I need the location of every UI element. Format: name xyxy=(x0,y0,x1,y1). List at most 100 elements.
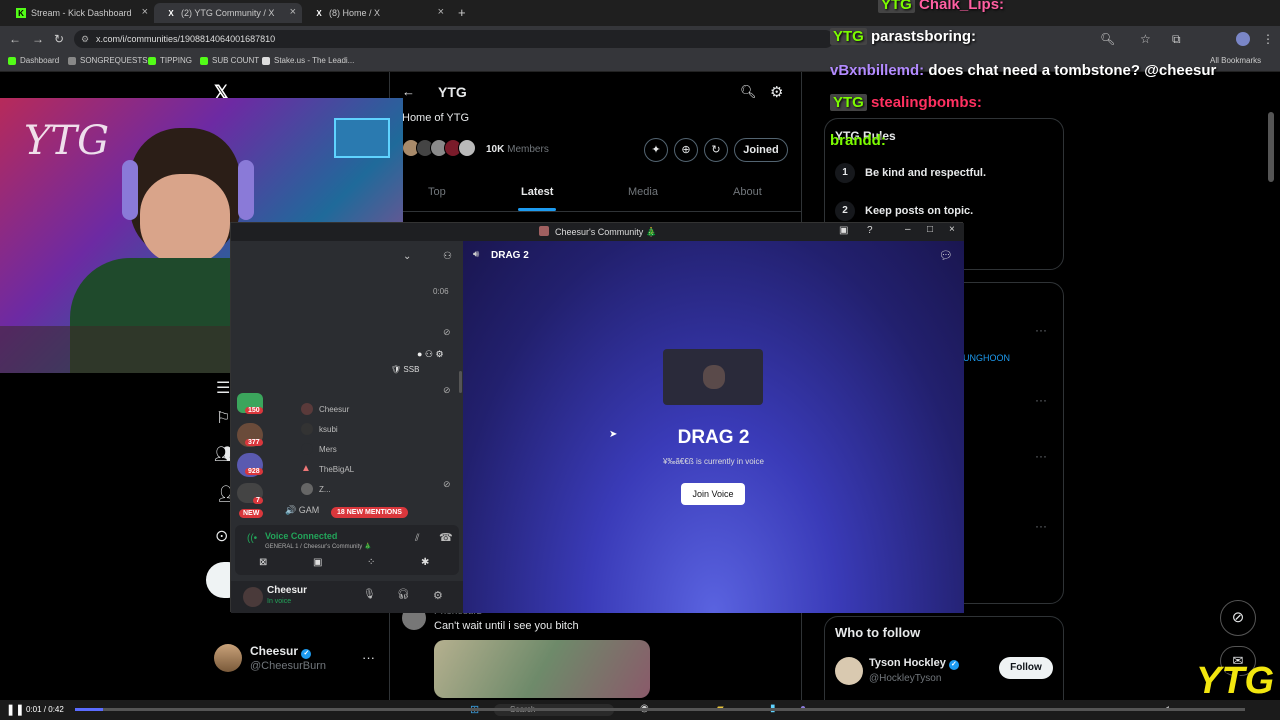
noise-suppression-icon[interactable]: ⫽ xyxy=(415,533,419,544)
more-icon[interactable]: ··· xyxy=(1035,393,1047,407)
community-subtitle: Home of YTG xyxy=(402,112,470,124)
video-time: 0:01 / 0:42 xyxy=(26,705,64,714)
screen-share-icon[interactable]: ▣ xyxy=(313,557,322,568)
close-tab-icon[interactable]: × xyxy=(142,6,148,18)
video-progress-track[interactable] xyxy=(75,708,1245,711)
avatar xyxy=(301,423,313,435)
profile-name[interactable]: Cheesur ✓ xyxy=(250,644,312,659)
discord-voice-stage: 🔊︎ DRAG 2 💬︎ DRAG 2 ¥‰ã€€ß is currently … xyxy=(463,241,964,613)
minimize-icon[interactable]: – xyxy=(905,224,911,235)
close-icon[interactable]: × xyxy=(949,224,955,235)
tab-top[interactable]: Top xyxy=(428,186,446,198)
add-member-icon[interactable]: ⚇ xyxy=(443,251,452,262)
tab-latest[interactable]: Latest xyxy=(521,186,553,198)
tab-ytg-community[interactable]: X (2) YTG Community / X × xyxy=(154,3,302,23)
tab-about[interactable]: About xyxy=(733,186,762,198)
activities-icon[interactable]: ⁘ xyxy=(367,557,375,568)
bookmark-item[interactable]: SONGREQUESTS xyxy=(68,56,148,65)
new-tab-icon[interactable]: + xyxy=(458,5,466,20)
voice-user[interactable]: ▲ TheBigAL xyxy=(301,459,421,479)
chat-message: YTG Chalk_Lips: xyxy=(878,0,1004,13)
user-panel: Cheesur In voice 🎙︎ 🎧︎ ⚙ xyxy=(231,581,463,613)
camera-icon[interactable]: ⊠ xyxy=(259,557,267,568)
forward-arrow-icon[interactable]: → xyxy=(32,32,44,46)
follow-name[interactable]: Tyson Hockley ✓ xyxy=(869,657,959,670)
grok-floating-icon[interactable]: ⊘ xyxy=(1220,600,1256,636)
voice-channel-label[interactable]: GENERAL 1 / Cheesur's Community 🎄 xyxy=(265,543,371,550)
invite-icon[interactable]: ⊕ xyxy=(674,138,698,162)
voice-status-text: ¥‰ã€€ß is currently in voice xyxy=(663,457,764,466)
mute-icon: ⊘ xyxy=(443,327,451,337)
voice-connected-panel: ((• Voice Connected GENERAL 1 / Cheesur'… xyxy=(235,525,459,575)
disconnect-icon[interactable]: ☎ xyxy=(439,531,453,544)
server-badge: 377 xyxy=(245,439,263,446)
inbox-icon[interactable]: ▣ xyxy=(839,225,848,236)
more-icon[interactable]: ··· xyxy=(1035,323,1047,337)
back-arrow-icon[interactable]: ← xyxy=(9,32,21,46)
background-tv xyxy=(334,118,390,158)
tab-media[interactable]: Media xyxy=(628,186,658,198)
verified-icon: ✓ xyxy=(301,649,312,659)
member-avatars[interactable] xyxy=(402,139,482,159)
bookmark-item[interactable]: SUB COUNT xyxy=(200,56,259,65)
list-icon[interactable]: ☰ xyxy=(216,378,230,398)
chevron-down-icon[interactable]: ⌄ xyxy=(403,251,411,262)
mention-link[interactable]: UNGHOON xyxy=(963,353,1010,363)
gear-icon[interactable]: ⚙ xyxy=(433,589,443,602)
url-field[interactable]: ⚙ x.com/i/communities/190881406400168781… xyxy=(74,30,834,48)
close-tab-icon[interactable]: × xyxy=(438,6,444,18)
avatar[interactable] xyxy=(214,644,242,672)
gear-icon[interactable]: ⚙ xyxy=(770,83,783,101)
x-favicon-icon: X xyxy=(316,8,322,18)
webcam-logo: YTG xyxy=(24,118,110,164)
mic-icon[interactable]: 🎙︎ xyxy=(363,589,376,600)
more-icon[interactable]: ⊙ xyxy=(215,526,228,546)
maximize-icon[interactable]: □ xyxy=(927,224,933,235)
avatar[interactable] xyxy=(243,587,263,607)
voice-user[interactable]: ksubi xyxy=(301,419,421,439)
bookmarks-icon[interactable]: ⚐ xyxy=(216,408,230,428)
soundboard-icon[interactable]: ✱ xyxy=(421,557,429,568)
post-image[interactable] xyxy=(434,640,650,698)
reload-icon[interactable]: ↻ xyxy=(54,32,64,46)
voice-user[interactable]: Cheesur xyxy=(301,399,421,419)
site-info-icon[interactable]: ⚙ xyxy=(81,30,89,48)
ytg-badge: YTG xyxy=(830,94,867,111)
follow-button[interactable]: Follow xyxy=(999,657,1053,679)
headset-icon[interactable]: 🎧︎ xyxy=(397,589,410,600)
stake-icon xyxy=(262,56,270,65)
channel-gam[interactable]: 🔊 GAM xyxy=(285,505,319,516)
joined-button[interactable]: Joined xyxy=(734,138,788,162)
voice-user[interactable]: Mers xyxy=(301,439,421,459)
rule-number: 1 xyxy=(835,163,855,183)
join-voice-button[interactable]: Join Voice xyxy=(681,483,745,505)
voice-controls-icons[interactable]: ● ⚇ ⚙ xyxy=(417,349,444,360)
voice-card-title: DRAG 2 xyxy=(677,427,750,448)
help-icon[interactable]: ? xyxy=(867,225,873,236)
voice-user[interactable]: Z... xyxy=(301,479,421,499)
mouse-cursor-icon: ➤ xyxy=(609,429,618,440)
tree-icon: ▲ xyxy=(301,463,311,474)
chat-bubble-icon[interactable]: 💬︎ xyxy=(939,249,953,262)
close-tab-icon[interactable]: × xyxy=(290,6,296,18)
community-title: YTG xyxy=(438,84,467,100)
members-count[interactable]: 10K Members xyxy=(486,144,549,155)
mentions-pill[interactable]: 18 NEW MENTIONS xyxy=(331,507,408,518)
more-icon[interactable]: ··· xyxy=(1035,449,1047,463)
avatar[interactable] xyxy=(835,657,863,685)
scrollbar-thumb[interactable] xyxy=(459,371,462,393)
tab-home-x[interactable]: X (8) Home / X × xyxy=(302,3,450,23)
bookmark-item[interactable]: Dashboard xyxy=(8,56,59,65)
account-menu-icon[interactable]: ··· xyxy=(362,650,375,665)
back-arrow-icon[interactable]: ← xyxy=(402,84,415,99)
grok-icon[interactable]: ✦ xyxy=(644,138,668,162)
more-icon[interactable]: ··· xyxy=(1035,519,1047,533)
scrollbar-thumb[interactable] xyxy=(1268,112,1274,182)
notifications-icon[interactable]: ↻ xyxy=(704,138,728,162)
avatar xyxy=(301,403,313,415)
tab-kick-dashboard[interactable]: K Stream - Kick Dashboard × xyxy=(4,3,154,23)
search-icon[interactable]: 🔍︎ xyxy=(740,84,757,100)
pause-icon[interactable]: ❚❚ xyxy=(6,703,24,716)
bookmark-item[interactable]: TIPPING xyxy=(148,56,192,65)
bookmark-item[interactable]: Stake.us - The Leadi... xyxy=(262,56,354,65)
